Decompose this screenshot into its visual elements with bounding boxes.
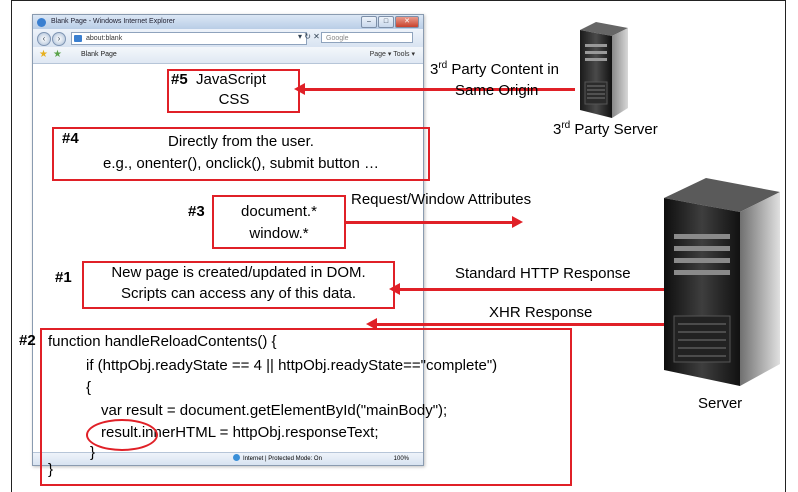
box-2-number: #2 bbox=[19, 332, 36, 349]
box-5-line1: JavaScript bbox=[196, 71, 267, 88]
page-icon bbox=[74, 35, 82, 42]
box-1-line2: Scripts can access any of this data. bbox=[120, 285, 357, 302]
minimize-button[interactable]: – bbox=[361, 16, 377, 28]
back-button[interactable]: ‹ bbox=[37, 32, 51, 46]
result-highlight-ellipse bbox=[86, 419, 158, 451]
http-response-label: Standard HTTP Response bbox=[455, 265, 631, 282]
code-line-4: var result = document.getElementById("ma… bbox=[101, 402, 448, 419]
server-icon bbox=[664, 178, 780, 386]
arrow-xhr-response bbox=[366, 318, 666, 330]
third-party-arrow-label-1: 3rd Party Content in bbox=[430, 60, 559, 78]
frame-left-border bbox=[11, 0, 12, 492]
add-favorites-icon[interactable]: ★ bbox=[53, 49, 62, 60]
address-input[interactable]: about:blank bbox=[71, 32, 307, 45]
address-text: about:blank bbox=[86, 35, 123, 42]
arrow-request-attributes bbox=[346, 216, 523, 228]
third-party-label-sup: rd bbox=[438, 60, 448, 71]
third-party-server-sup: rd bbox=[561, 120, 571, 131]
box-5-line2: CSS bbox=[218, 91, 250, 108]
box-1-line1: New page is created/updated in DOM. bbox=[111, 264, 366, 281]
xhr-response-label: XHR Response bbox=[489, 304, 593, 321]
forward-button[interactable]: › bbox=[52, 32, 66, 46]
box-1-number: #1 bbox=[55, 269, 72, 286]
code-line-3: { bbox=[86, 379, 92, 396]
box-4-line2: e.g., onenter(), onclick(), submit butto… bbox=[103, 155, 379, 172]
close-button[interactable]: ✕ bbox=[395, 16, 419, 28]
server-label: Server bbox=[698, 395, 743, 412]
request-attributes-label: Request/Window Attributes bbox=[351, 191, 532, 208]
third-party-server-rest: Party Server bbox=[570, 121, 658, 138]
third-party-arrow-label-2: Same Origin bbox=[455, 82, 539, 99]
box-3-number: #3 bbox=[188, 203, 205, 220]
code-line-2: if (httpObj.readyState == 4 || httpObj.r… bbox=[86, 357, 498, 374]
search-placeholder: Google bbox=[326, 35, 349, 42]
browser-title: Blank Page - Windows Internet Explorer bbox=[51, 18, 176, 25]
code-line-6: } bbox=[90, 444, 96, 461]
box-4-line1: Directly from the user. bbox=[168, 133, 314, 150]
address-bar: ‹ › about:blank ▾ ↻ ✕ Google bbox=[33, 29, 423, 48]
search-input[interactable]: Google bbox=[321, 32, 413, 43]
box-3-line2: window.* bbox=[249, 225, 309, 242]
box-3-line1: document.* bbox=[241, 203, 317, 220]
refresh-stop-icons[interactable]: ▾ ↻ ✕ bbox=[298, 32, 320, 41]
box-5-number: #5 bbox=[171, 71, 188, 88]
code-line-7: } bbox=[48, 461, 54, 478]
tab-blank-page[interactable]: Blank Page bbox=[81, 47, 117, 63]
frame-top-border bbox=[11, 0, 786, 1]
third-party-server-icon bbox=[580, 22, 628, 118]
maximize-button[interactable]: □ bbox=[378, 16, 394, 28]
frame-right-border bbox=[785, 0, 786, 492]
command-bar[interactable]: Page ▾ Tools ▾ bbox=[370, 47, 415, 63]
browser-titlebar: Blank Page - Windows Internet Explorer –… bbox=[33, 15, 423, 29]
third-party-server-label: 3rd Party Server bbox=[553, 120, 658, 138]
ie-logo-icon bbox=[37, 18, 46, 27]
tab-bar: ★ ★ Blank Page Page ▾ Tools ▾ bbox=[33, 47, 423, 64]
arrow-http-response bbox=[389, 283, 666, 295]
code-line-1: function handleReloadContents() { bbox=[48, 333, 277, 350]
third-party-label-rest: Party Content in bbox=[447, 61, 559, 78]
favorites-star-icon[interactable]: ★ bbox=[39, 49, 48, 60]
window-controls: – □ ✕ bbox=[361, 16, 419, 28]
